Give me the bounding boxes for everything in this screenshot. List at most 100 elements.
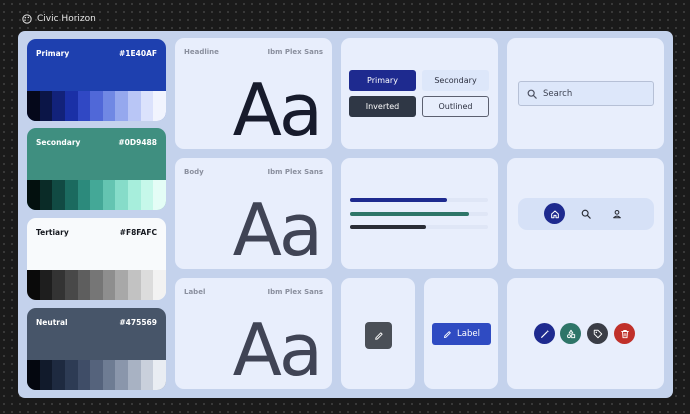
inverted-button[interactable]: Inverted xyxy=(349,96,416,117)
tone-7 xyxy=(115,270,129,300)
color-card-secondary[interactable]: Secondary #0D9488 xyxy=(27,128,166,210)
tone-0 xyxy=(27,180,40,210)
tone-2 xyxy=(52,270,65,300)
type-sample: Aa xyxy=(232,188,323,272)
tone-2 xyxy=(52,91,65,121)
tone-9 xyxy=(140,270,154,300)
typography-card-label: Label Ibm Plex Sans Aa xyxy=(175,278,332,389)
type-sample: Aa xyxy=(232,68,323,152)
tag-button[interactable] xyxy=(587,323,608,344)
shapes-button[interactable] xyxy=(560,323,581,344)
tone-1 xyxy=(39,91,53,121)
tone-10 xyxy=(153,180,166,210)
color-hex: #1E40AF xyxy=(119,49,157,58)
progress-bar-3 xyxy=(350,225,488,229)
tone-6 xyxy=(102,180,116,210)
progress-fill xyxy=(350,225,426,229)
tone-4 xyxy=(77,270,91,300)
tone-3 xyxy=(64,360,78,390)
tone-2 xyxy=(52,180,65,210)
type-sample: Aa xyxy=(232,308,323,392)
magic-wand-icon xyxy=(540,329,549,338)
progress-card xyxy=(341,158,498,269)
tone-0 xyxy=(27,91,40,121)
tone-4 xyxy=(77,180,91,210)
color-label: Neutral xyxy=(36,318,68,327)
type-role: Label xyxy=(184,288,206,296)
type-role: Headline xyxy=(184,48,219,56)
progress-bar-2 xyxy=(350,212,488,216)
person-icon xyxy=(612,209,621,218)
search-input[interactable]: Search xyxy=(518,81,654,106)
tonal-palette xyxy=(27,270,166,300)
magic-button[interactable] xyxy=(534,323,555,344)
color-label: Primary xyxy=(36,49,70,58)
tone-9 xyxy=(140,91,154,121)
tone-8 xyxy=(128,270,141,300)
window-title-bar: Civic Horizon xyxy=(22,14,96,24)
tone-4 xyxy=(77,91,91,121)
tone-9 xyxy=(140,360,154,390)
tone-1 xyxy=(39,360,53,390)
tone-6 xyxy=(102,270,116,300)
tone-5 xyxy=(90,270,103,300)
tone-0 xyxy=(27,270,40,300)
tone-7 xyxy=(115,180,129,210)
color-label: Tertiary xyxy=(36,228,69,237)
type-font: Ibm Plex Sans xyxy=(267,168,324,176)
tone-7 xyxy=(115,360,129,390)
app-title: Civic Horizon xyxy=(37,14,96,24)
color-card-tertiary[interactable]: Tertiary #F8FAFC xyxy=(27,218,166,300)
tone-10 xyxy=(153,91,166,121)
type-font: Ibm Plex Sans xyxy=(267,48,324,56)
nav-item-profile[interactable] xyxy=(606,203,627,224)
search-placeholder: Search xyxy=(543,88,573,99)
tone-3 xyxy=(64,91,78,121)
tone-3 xyxy=(64,270,78,300)
tone-5 xyxy=(90,180,103,210)
tone-10 xyxy=(153,270,166,300)
tonal-palette xyxy=(27,91,166,121)
edit-fab[interactable] xyxy=(365,322,392,349)
progress-fill xyxy=(350,212,469,216)
primary-button[interactable]: Primary xyxy=(349,70,416,91)
pencil-icon xyxy=(444,330,451,338)
palette-icon xyxy=(22,14,32,24)
tonal-palette xyxy=(27,360,166,390)
nav-item-search[interactable] xyxy=(575,203,596,224)
design-system-board: Primary #1E40AF Secondary #0D9488 Tertia… xyxy=(18,31,673,398)
typography-card-body: Body Ibm Plex Sans Aa xyxy=(175,158,332,269)
trash-icon xyxy=(620,329,629,338)
search-icon xyxy=(581,209,591,219)
label-chip[interactable]: Label xyxy=(432,323,491,345)
tone-1 xyxy=(39,270,53,300)
outlined-button[interactable]: Outlined xyxy=(422,96,489,117)
tone-6 xyxy=(102,360,116,390)
home-icon xyxy=(550,210,559,218)
delete-button[interactable] xyxy=(614,323,635,344)
navigation-card xyxy=(507,158,664,269)
tone-2 xyxy=(52,360,65,390)
nav-item-home[interactable] xyxy=(544,203,565,224)
color-hex: #F8FAFC xyxy=(119,228,157,237)
tone-5 xyxy=(90,360,103,390)
tone-8 xyxy=(128,360,141,390)
typography-card-headline: Headline Ibm Plex Sans Aa xyxy=(175,38,332,149)
color-card-neutral[interactable]: Neutral #475569 xyxy=(27,308,166,390)
tone-10 xyxy=(153,360,166,390)
type-font: Ibm Plex Sans xyxy=(267,288,324,296)
color-label: Secondary xyxy=(36,138,81,147)
tone-8 xyxy=(128,180,141,210)
navigation-bar xyxy=(518,198,654,230)
tone-1 xyxy=(39,180,53,210)
color-card-primary[interactable]: Primary #1E40AF xyxy=(27,39,166,121)
tone-3 xyxy=(64,180,78,210)
shapes-icon xyxy=(566,329,575,338)
progress-fill xyxy=(350,198,447,202)
tag-icon xyxy=(593,329,602,338)
buttons-card: Primary Secondary Inverted Outlined xyxy=(341,38,498,149)
tonal-palette xyxy=(27,180,166,210)
icon-buttons-card xyxy=(507,278,664,389)
tone-5 xyxy=(90,91,103,121)
secondary-button[interactable]: Secondary xyxy=(422,70,489,91)
